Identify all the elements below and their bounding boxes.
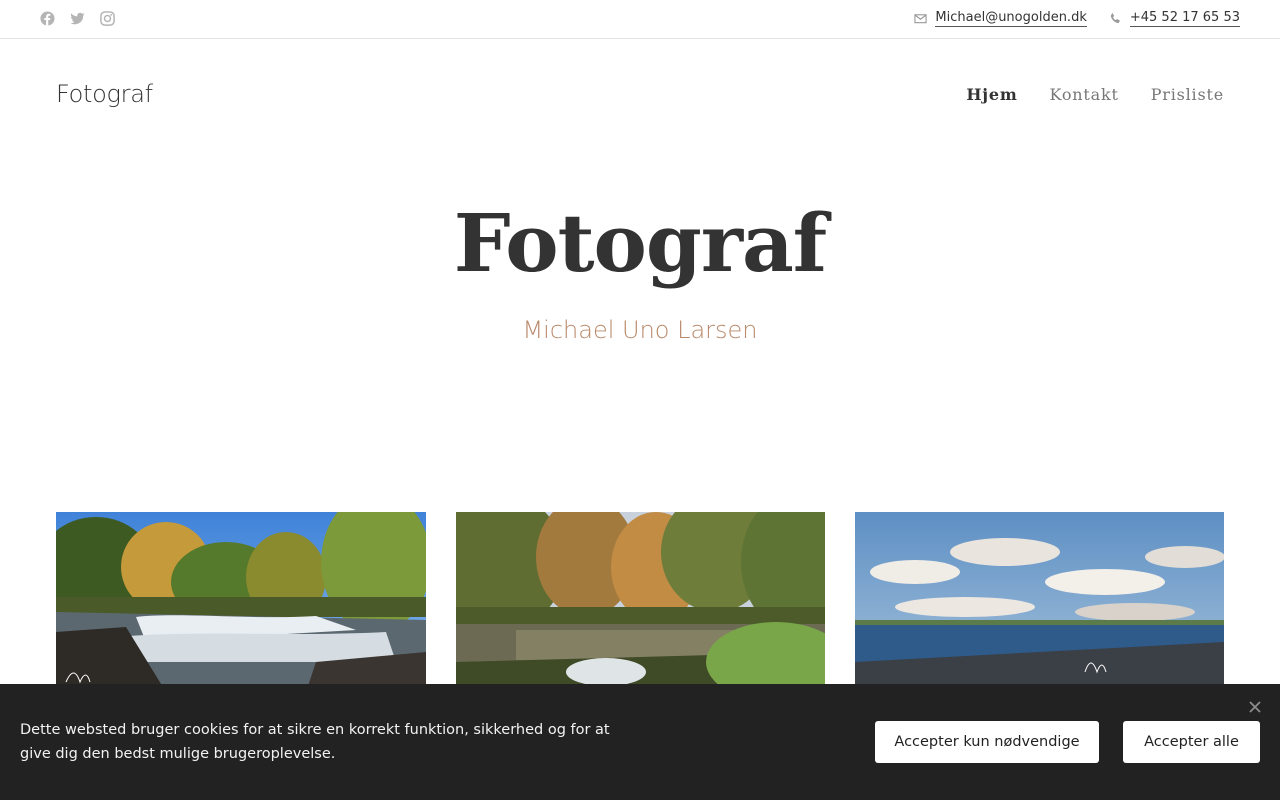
twitter-icon[interactable] <box>70 11 85 26</box>
gallery-photo-beach[interactable] <box>855 512 1224 692</box>
top-bar: Michael@unogolden.dk +45 52 17 65 53 <box>0 0 1280 39</box>
waterfall-image <box>56 512 426 692</box>
site-logo[interactable]: Fotograf <box>56 80 153 108</box>
phone-icon <box>1110 13 1120 24</box>
gallery-photo-forest-stream[interactable] <box>456 512 825 692</box>
nav-item-kontakt[interactable]: Kontakt <box>1050 85 1119 104</box>
contact-info: Michael@unogolden.dk +45 52 17 65 53 <box>914 10 1240 27</box>
accept-necessary-button[interactable]: Accepter kun nødvendige <box>875 721 1099 763</box>
nav-item-hjem[interactable]: Hjem <box>966 85 1017 104</box>
hero-title: Fotograf <box>453 196 827 290</box>
instagram-icon[interactable] <box>100 11 115 26</box>
nav-item-prisliste[interactable]: Prisliste <box>1151 85 1224 104</box>
facebook-icon[interactable] <box>40 11 55 26</box>
main-nav: Hjem Kontakt Prisliste <box>966 85 1224 104</box>
phone-contact: +45 52 17 65 53 <box>1109 10 1240 27</box>
mail-icon <box>914 14 928 24</box>
close-icon[interactable] <box>1248 700 1262 714</box>
email-link[interactable]: Michael@unogolden.dk <box>935 10 1087 27</box>
hero-subtitle: Michael Uno Larsen <box>522 316 758 344</box>
email-contact: Michael@unogolden.dk <box>914 10 1087 27</box>
photo-gallery <box>56 512 1224 692</box>
cookie-message: Dette websted bruger cookies for at sikr… <box>20 722 610 762</box>
phone-link[interactable]: +45 52 17 65 53 <box>1129 10 1240 27</box>
gallery-photo-waterfall[interactable] <box>56 512 426 692</box>
accept-all-button[interactable]: Accepter alle <box>1123 721 1260 763</box>
social-links <box>40 11 115 26</box>
beach-image <box>855 512 1224 692</box>
cookie-banner: Dette websted bruger cookies for at sikr… <box>0 684 1280 800</box>
forest-stream-image <box>456 512 825 692</box>
